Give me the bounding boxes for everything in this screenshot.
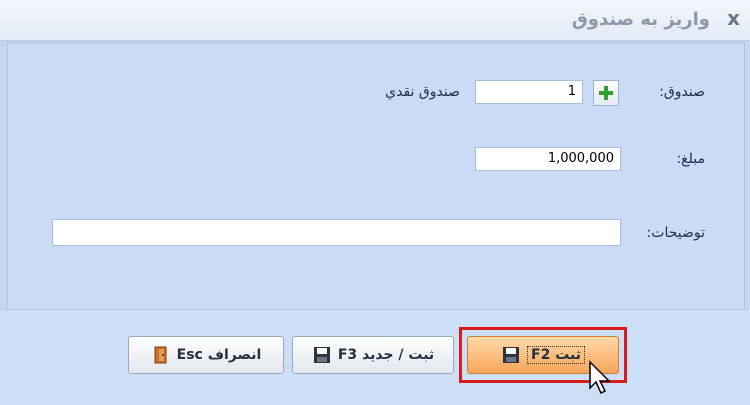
cancel-button[interactable]: انصراف Esc: [128, 336, 284, 374]
title-bar: واريز به صندوق x: [0, 0, 750, 41]
add-box-button[interactable]: [593, 80, 619, 106]
amount-field[interactable]: 1,000,000: [475, 147, 621, 171]
floppy-icon: [313, 347, 330, 363]
description-field[interactable]: [52, 219, 621, 246]
window-title: واريز به صندوق: [571, 9, 710, 30]
form-panel: [7, 42, 745, 310]
description-label: توضيحات:: [646, 225, 705, 241]
mouse-cursor-icon: [589, 360, 611, 395]
box-name: صندوق نقدي: [385, 84, 460, 100]
dialog-window: واريز به صندوق x صندوق: 1 صندوق نقدي مبل…: [0, 0, 750, 405]
box-label: صندوق:: [659, 84, 705, 100]
plus-icon: [599, 86, 613, 100]
save-new-button[interactable]: ثبت / جديد F3: [292, 336, 454, 374]
close-icon[interactable]: x: [727, 6, 740, 30]
amount-label: مبلغ:: [676, 151, 705, 167]
box-code-field[interactable]: 1: [475, 80, 583, 104]
door-icon: [154, 346, 167, 364]
save-new-button-label: ثبت / جديد F3: [337, 347, 435, 363]
cancel-button-label: انصراف Esc: [176, 347, 262, 363]
